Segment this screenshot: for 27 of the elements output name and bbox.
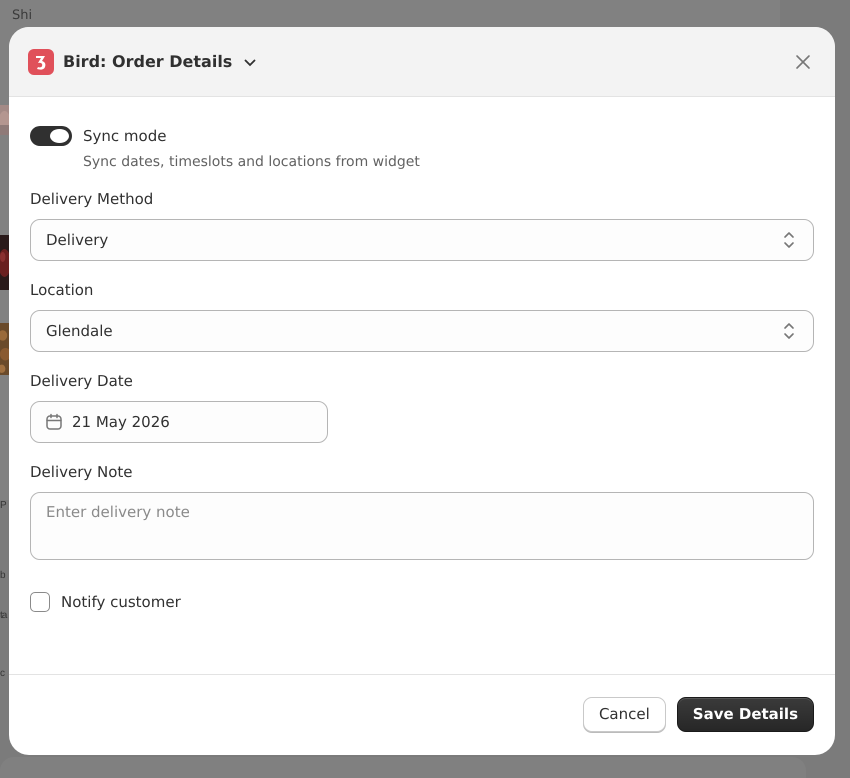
note-field[interactable]: Enter delivery note: [30, 492, 814, 560]
date-field[interactable]: 21 May 2026: [30, 401, 328, 443]
save-button[interactable]: Save Details: [676, 696, 814, 732]
toggle-label: Sync mode: [83, 126, 168, 146]
chevron-up-down-icon: [783, 322, 795, 340]
background-text: b: [0, 570, 5, 581]
chevron-up-down-icon: [783, 231, 795, 249]
toggle-description: Sync dates, timeslots and locations from widget: [83, 154, 420, 170]
field-label: Location: [30, 280, 94, 300]
background-text: P: [0, 500, 6, 511]
field-label: Delivery Note: [30, 462, 134, 482]
field-label: Delivery Method: [30, 189, 154, 209]
sync-toggle[interactable]: [30, 126, 72, 146]
select-field[interactable]: Glendale: [30, 310, 814, 352]
notify-checkbox[interactable]: [30, 592, 50, 612]
close-icon[interactable]: [795, 54, 811, 70]
chevron-down-icon[interactable]: [244, 59, 256, 67]
app-logo-icon: [28, 48, 54, 74]
checkbox-label: Notify customer: [61, 593, 181, 611]
background-text: ta: [0, 610, 6, 621]
dialog-title: Bird: Order Details: [63, 52, 232, 71]
calendar-icon: [45, 413, 63, 431]
field-label: Delivery Date: [30, 371, 134, 391]
page-heading: Shi: [12, 8, 32, 23]
select-field[interactable]: Delivery: [30, 219, 814, 261]
background-text: c: [0, 668, 4, 679]
cancel-button[interactable]: Cancel: [582, 696, 666, 732]
